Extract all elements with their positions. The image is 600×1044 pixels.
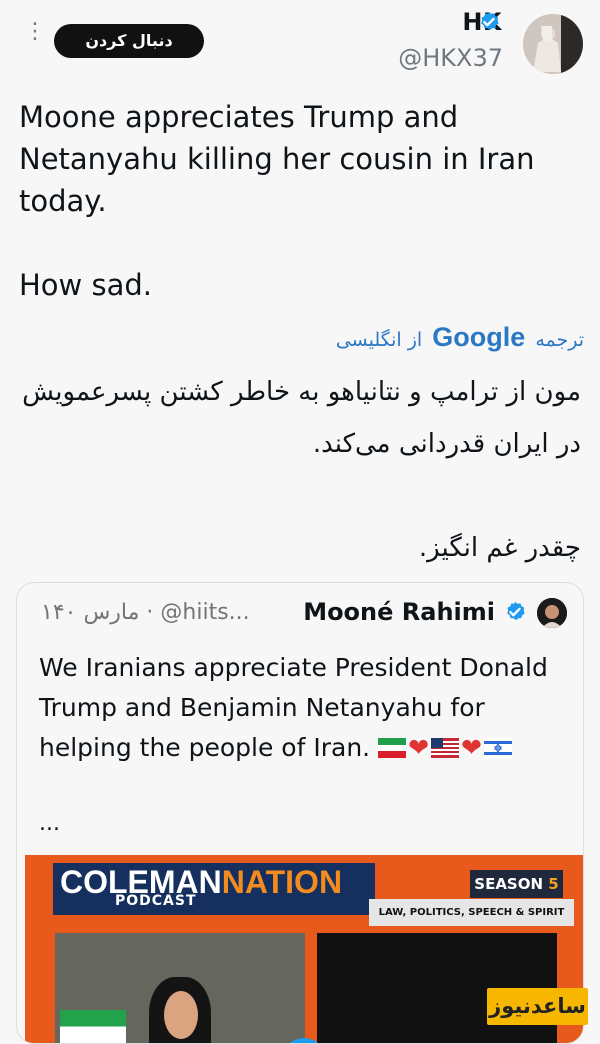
translation-label[interactable]: ترجمه Google از انگلیسی [336,322,584,353]
follow-button[interactable]: دنبال کردن [54,24,204,58]
podcast-topics: LAW, POLITICS, SPEECH & SPIRIT [369,899,574,926]
quoted-author-name[interactable]: Mooné Rahimi [303,598,495,626]
more-options-icon[interactable]: ⋮ [24,21,46,52]
heart-icon-2: ❤ [461,733,482,762]
us-flag-icon [431,730,460,758]
tweet-header: ⋮ دنبال کردن HK @HKX37 [0,0,600,90]
israel-flag-icon [483,730,512,758]
quoted-author-avatar[interactable] [537,598,567,628]
google-logo: Google [432,322,526,352]
translation-prefix: ترجمه [535,329,584,351]
season-number: 5 [548,875,559,893]
saednews-watermark: ساعدنیوز [487,988,588,1025]
verified-badge-icon [481,11,499,31]
quoted-tweet-text: We Iranians appreciate President Donald … [39,648,559,768]
author-avatar[interactable] [523,14,583,74]
podcast-label: PODCAST [115,893,197,909]
avatar-image-icon [523,14,583,74]
background-iran-flag-icon [60,1010,126,1043]
author-handle[interactable]: @HKX37 [398,44,503,72]
quoted-tweet-meta: ۱۴۰ مارس · @hiits... [41,600,250,625]
quoted-avatar-icon [537,598,567,628]
translation-source-language: از انگلیسی [335,329,423,351]
season-label: SEASON 5 [470,870,563,898]
quoted-tweet-ellipsis: ... [39,811,60,836]
iran-flag-icon [378,730,407,758]
heart-icon: ❤ [408,733,430,762]
quoted-tweet-header: Mooné Rahimi ۱۴۰ مارس · @hiits... [17,583,583,641]
translated-tweet-text: مون از ترامپ و نتانیاهو به خاطر کشتن پسر… [22,377,581,563]
season-text: SEASON [474,875,544,893]
colemannation-logo: COLEMANNATION [53,863,375,915]
tweet-text: Moone appreciates Trump and Netanyahu ki… [19,100,535,302]
guest-face [164,991,198,1039]
quoted-verified-badge-icon [507,601,525,621]
logo-brand-second: NATION [221,864,343,900]
quoted-tweet-card[interactable]: Mooné Rahimi ۱۴۰ مارس · @hiits... We Ira… [16,582,584,1044]
